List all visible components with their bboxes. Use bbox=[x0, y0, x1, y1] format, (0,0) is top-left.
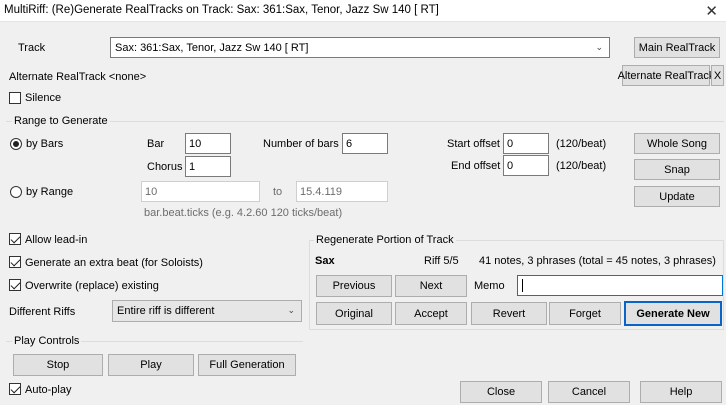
chorus-label: Chorus bbox=[147, 161, 183, 173]
allow-leadin-label: Allow lead-in bbox=[25, 234, 88, 246]
bar-input[interactable]: 10 bbox=[185, 133, 231, 154]
extra-beat-checkbox[interactable] bbox=[9, 256, 21, 268]
cancel-button[interactable]: Cancel bbox=[548, 381, 630, 403]
end-offset-label: End offset bbox=[451, 160, 501, 172]
start-offset-unit: (120/beat) bbox=[556, 138, 607, 150]
update-button[interactable]: Update bbox=[634, 186, 720, 207]
revert-button[interactable]: Revert bbox=[471, 302, 547, 325]
end-offset-unit: (120/beat) bbox=[556, 160, 607, 172]
range-group-title: Range to Generate bbox=[12, 115, 110, 127]
text-cursor bbox=[522, 279, 523, 292]
chorus-input[interactable]: 1 bbox=[185, 156, 231, 177]
close-icon[interactable]: ✕ bbox=[705, 2, 718, 20]
track-label: Track bbox=[18, 42, 46, 54]
range-hint: bar.beat.ticks (e.g. 4.2.60 120 ticks/be… bbox=[144, 207, 343, 219]
generate-new-button[interactable]: Generate New bbox=[624, 301, 722, 326]
different-riffs-value: Entire riff is different bbox=[117, 305, 215, 317]
previous-button[interactable]: Previous bbox=[316, 275, 392, 297]
end-offset-input[interactable]: 0 bbox=[503, 155, 549, 176]
next-button[interactable]: Next bbox=[395, 275, 467, 297]
accept-button[interactable]: Accept bbox=[395, 302, 467, 325]
bar-label: Bar bbox=[147, 138, 165, 150]
number-of-bars-label: Number of bars bbox=[263, 138, 339, 150]
alternate-realtrack-label: Alternate RealTrack <none> bbox=[9, 71, 147, 83]
overwrite-label: Overwrite (replace) existing bbox=[25, 280, 159, 292]
extra-beat-label: Generate an extra beat (for Soloists) bbox=[25, 257, 203, 269]
main-realtrack-button[interactable]: Main RealTrack bbox=[634, 37, 720, 58]
allow-leadin-checkbox[interactable] bbox=[9, 233, 21, 245]
range-from-input[interactable]: 10 bbox=[141, 181, 260, 202]
by-range-radio[interactable] bbox=[10, 186, 22, 198]
autoplay-label: Auto-play bbox=[25, 384, 72, 396]
range-to-input[interactable]: 15.4.119 bbox=[296, 181, 388, 202]
forget-button[interactable]: Forget bbox=[549, 302, 621, 325]
by-bars-radio[interactable] bbox=[10, 138, 22, 150]
overwrite-checkbox[interactable] bbox=[9, 279, 21, 291]
chevron-down-icon: ⌄ bbox=[287, 304, 295, 315]
regenerate-group-title: Regenerate Portion of Track bbox=[314, 234, 456, 246]
stop-button[interactable]: Stop bbox=[13, 354, 103, 376]
clear-alternate-button[interactable]: X bbox=[711, 65, 724, 86]
original-button[interactable]: Original bbox=[316, 302, 392, 325]
different-riffs-label: Different Riffs bbox=[9, 306, 76, 318]
snap-button[interactable]: Snap bbox=[634, 159, 720, 180]
silence-label: Silence bbox=[25, 92, 62, 104]
memo-input[interactable] bbox=[517, 275, 723, 296]
play-button[interactable]: Play bbox=[108, 354, 194, 376]
by-bars-label: by Bars bbox=[26, 138, 64, 150]
riff-summary: 41 notes, 3 phrases (total = 45 notes, 3… bbox=[479, 255, 716, 267]
alternate-realtrack-button[interactable]: Alternate RealTrack bbox=[618, 65, 714, 86]
track-select[interactable]: Sax: 361:Sax, Tenor, Jazz Sw 140 [ RT] ⌄ bbox=[110, 37, 610, 58]
whole-song-button[interactable]: Whole Song bbox=[634, 133, 720, 154]
range-to-label: to bbox=[273, 186, 283, 198]
number-of-bars-input[interactable]: 6 bbox=[342, 133, 388, 154]
window-title: MultiRiff: (Re)Generate RealTracks on Tr… bbox=[4, 4, 439, 16]
regen-instrument: Sax bbox=[315, 255, 335, 267]
riff-counter: Riff 5/5 bbox=[424, 255, 459, 267]
play-controls-title: Play Controls bbox=[12, 335, 82, 347]
start-offset-input[interactable]: 0 bbox=[503, 133, 549, 154]
memo-label: Memo bbox=[474, 280, 505, 292]
chevron-down-icon: ⌄ bbox=[595, 41, 603, 52]
by-range-label: by Range bbox=[26, 186, 74, 198]
track-select-value: Sax: 361:Sax, Tenor, Jazz Sw 140 [ RT] bbox=[115, 41, 309, 54]
autoplay-checkbox[interactable] bbox=[9, 383, 21, 395]
help-button[interactable]: Help bbox=[640, 381, 722, 403]
different-riffs-select[interactable]: Entire riff is different ⌄ bbox=[112, 300, 302, 322]
start-offset-label: Start offset bbox=[447, 138, 500, 150]
silence-checkbox[interactable] bbox=[9, 92, 21, 104]
close-button[interactable]: Close bbox=[460, 381, 542, 403]
full-generation-button[interactable]: Full Generation bbox=[198, 354, 296, 376]
